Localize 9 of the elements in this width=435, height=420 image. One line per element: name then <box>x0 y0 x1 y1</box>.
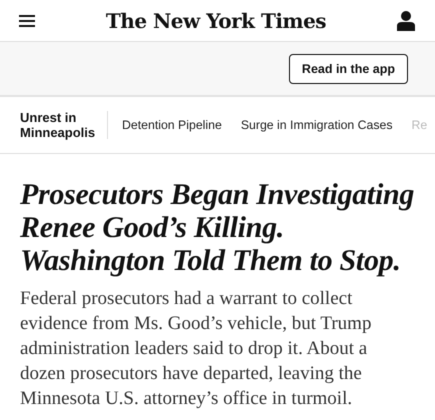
user-icon[interactable] <box>396 10 415 30</box>
menu-icon[interactable] <box>19 14 35 26</box>
topic-label[interactable]: Unrest in Minneapolis <box>20 110 98 140</box>
read-in-app-button[interactable]: Read in the app <box>288 54 408 84</box>
topic-link[interactable]: Detention Pipeline <box>122 118 222 132</box>
topic-link[interactable]: Surge in Immigration Cases <box>240 118 393 132</box>
logo[interactable]: The New York Times <box>106 8 326 32</box>
summary: Federal prosecutors had a warrant to collect evidence from Ms. Good’s vehicle, but Trump administration leaders said to drop it. About a dozen prosecutors have departed, leaving the Minnesota U.S. attorney’s office in turmoil. <box>20 287 372 411</box>
headline[interactable]: Prosecutors Began Investigating Renee Good’s Killing. Washington Told Them to Stop. <box>20 178 415 277</box>
